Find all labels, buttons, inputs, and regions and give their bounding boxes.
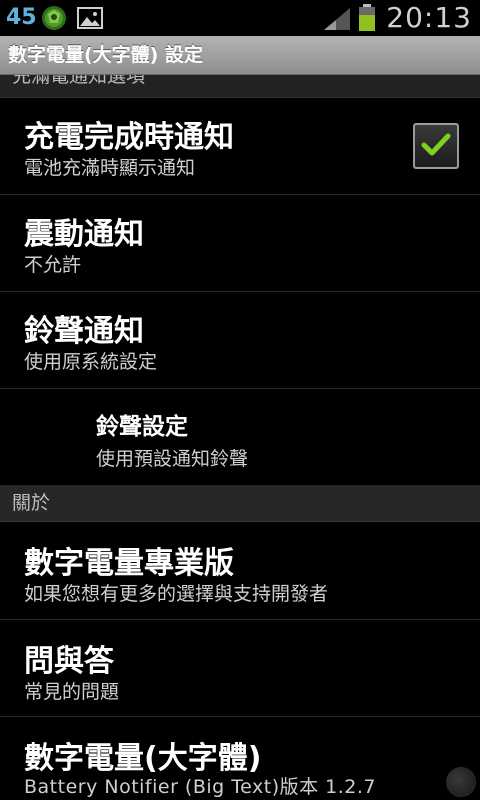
pref-title: 問與答: [24, 644, 114, 679]
pref-vibrate-notify[interactable]: 震動通知 不允許: [0, 195, 480, 292]
pref-title: 鈴聲通知: [24, 314, 144, 349]
preference-list[interactable]: 充滿電通知選項 充電完成時通知 電池充滿時顯示通知 震動通知 不允許 鈴聲通知 …: [0, 75, 480, 800]
pref-title: 鈴聲設定: [96, 414, 188, 440]
pref-summary: 使用預設通知鈴聲: [96, 448, 249, 470]
pref-charge-complete-notify[interactable]: 充電完成時通知 電池充滿時顯示通知: [0, 98, 480, 195]
title-bar: 數字電量(大字體) 設定: [0, 36, 480, 75]
category-header-label: 充滿電通知選項: [12, 75, 146, 87]
pref-summary: 電池充滿時顯示通知: [24, 157, 196, 179]
pref-app-version[interactable]: 數字電量(大字體) Battery Notifier (Big Text)版本 …: [0, 717, 480, 800]
pref-summary: 使用原系統設定: [24, 351, 158, 373]
pref-pro-version[interactable]: 數字電量專業版 如果您想有更多的選擇與支持開發者: [0, 522, 480, 620]
pref-summary: 如果您想有更多的選擇與支持開發者: [24, 583, 329, 605]
scroll-indicator: [446, 767, 476, 797]
pref-summary: 常見的問題: [24, 681, 120, 703]
charge-complete-checkbox[interactable]: [413, 123, 459, 169]
checkmark-icon: [421, 133, 451, 156]
signal-icon: [324, 8, 350, 30]
pref-summary: Battery Notifier (Big Text)版本 1.2.7: [24, 776, 376, 798]
pref-ringtone-notify[interactable]: 鈴聲通知 使用原系統設定: [0, 292, 480, 389]
category-header-label: 關於: [12, 492, 51, 514]
pref-title: 數字電量(大字體): [24, 741, 262, 776]
clock: 20:13: [386, 1, 472, 34]
pref-faq[interactable]: 問與答 常見的問題: [0, 620, 480, 717]
pref-title: 震動通知: [24, 217, 144, 252]
category-header-partial: 充滿電通知選項: [0, 75, 480, 98]
status-bar: 45 20:13: [0, 0, 480, 36]
app-shield-icon: [42, 6, 66, 30]
category-header-about: 關於: [0, 485, 480, 522]
gallery-icon: [77, 7, 103, 29]
pref-summary: 不允許: [24, 254, 82, 276]
pref-ringtone-setting[interactable]: 鈴聲設定 使用預設通知鈴聲: [0, 389, 480, 485]
pref-title: 數字電量專業版: [24, 546, 234, 581]
notification-count-badge: 45: [6, 5, 37, 30]
pref-title: 充電完成時通知: [24, 120, 234, 155]
battery-icon: [359, 4, 375, 31]
page-title: 數字電量(大字體) 設定: [8, 44, 203, 66]
